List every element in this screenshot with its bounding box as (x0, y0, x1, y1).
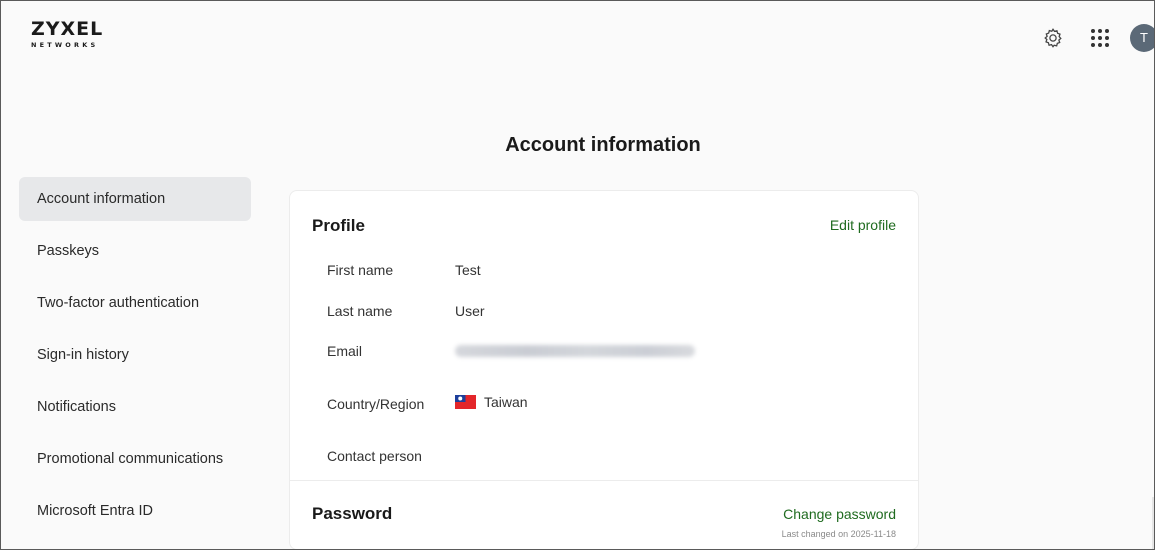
contact-person-label: Contact person (327, 448, 422, 464)
last-name-value: User (455, 303, 485, 319)
first-name-value: Test (455, 262, 481, 278)
sidebar-item-account-information[interactable]: Account information (19, 177, 251, 221)
taiwan-flag-icon (455, 395, 476, 409)
sidebar-item-two-factor-authentication[interactable]: Two-factor authentication (19, 281, 251, 325)
app-window: ZYXEL NETWORKS T Account information Acc… (0, 0, 1155, 550)
password-last-changed: Last changed on 2025-11-18 (781, 529, 896, 539)
country-region-value: Taiwan (455, 394, 528, 410)
change-password-link[interactable]: Change password (783, 506, 896, 522)
country-region-label: Country/Region (327, 396, 425, 412)
edit-profile-link[interactable]: Edit profile (830, 217, 896, 233)
account-card: Profile Edit profile First name Test Las… (289, 190, 919, 549)
sidebar-nav: Account information Passkeys Two-factor … (19, 177, 251, 541)
sidebar-item-promotional-communications[interactable]: Promotional communications (19, 437, 251, 481)
sidebar-item-passkeys[interactable]: Passkeys (19, 229, 251, 273)
email-value-redacted (455, 345, 695, 357)
sidebar-item-sign-in-history[interactable]: Sign-in history (19, 333, 251, 377)
section-divider (290, 480, 918, 481)
password-section-title: Password (312, 504, 393, 523)
first-name-label: First name (327, 262, 394, 278)
gear-icon[interactable] (1042, 27, 1064, 49)
logo-subtext: NETWORKS (31, 41, 99, 49)
apps-grid-icon[interactable] (1089, 27, 1111, 49)
profile-section-title: Profile (312, 216, 365, 235)
email-label: Email (327, 343, 363, 359)
sidebar-item-notifications[interactable]: Notifications (19, 385, 251, 429)
country-name: Taiwan (484, 394, 528, 410)
page-title: Account information (505, 134, 701, 156)
last-name-label: Last name (327, 303, 393, 319)
avatar[interactable]: T (1130, 24, 1154, 52)
zyxel-logo[interactable]: ZYXEL NETWORKS (31, 18, 115, 50)
scrollbar[interactable] (1152, 497, 1154, 549)
sidebar-item-microsoft-entra-id[interactable]: Microsoft Entra ID (19, 489, 251, 533)
logo-text: ZYXEL (31, 18, 104, 40)
